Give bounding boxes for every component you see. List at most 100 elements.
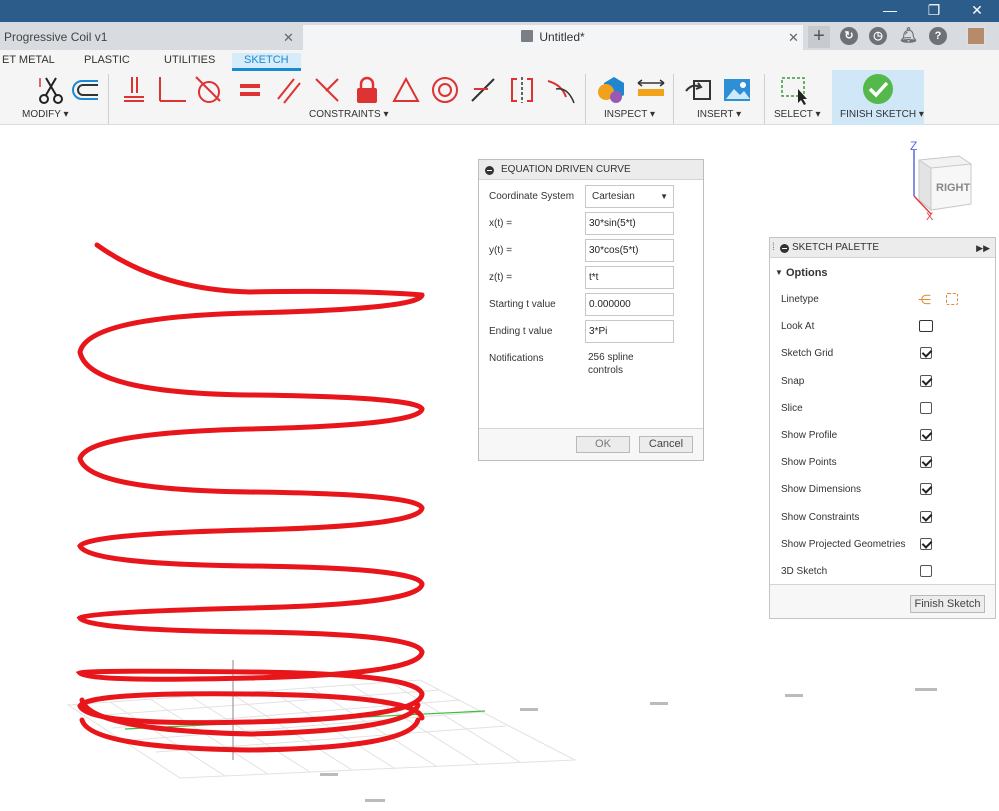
notifications-icon[interactable]: 🔔︎ — [899, 27, 918, 45]
palette-row-3d-sketch: 3D Sketch — [770, 562, 995, 582]
collapse-icon[interactable] — [780, 244, 789, 253]
end-t-input[interactable] — [585, 320, 674, 343]
checkbox[interactable] — [920, 374, 932, 387]
inspect-menu[interactable]: INSPECT ▾ — [604, 109, 655, 120]
tab-progressive-coil[interactable]: Progressive Coil v1 ✕ — [0, 25, 300, 50]
palette-header[interactable]: ⁞ SKETCH PALETTE ▶▶ — [770, 238, 995, 258]
help-icon[interactable]: ? — [929, 27, 947, 45]
options-label: Options — [786, 267, 828, 279]
dialog-header[interactable]: EQUATION DRIVEN CURVE — [479, 160, 703, 180]
perpendicular-icon[interactable] — [312, 75, 342, 105]
palette-row-label: Show Dimensions — [781, 484, 862, 496]
tab-sketch[interactable]: SKETCH — [232, 53, 301, 71]
checkbox[interactable] — [920, 456, 932, 469]
palette-row-label: Show Constraints — [781, 511, 860, 523]
select-window-icon[interactable] — [780, 75, 810, 105]
collinear-icon[interactable] — [468, 75, 498, 105]
finish-sketch-button[interactable]: Finish Sketch — [910, 595, 985, 613]
coordinate-system-value: Cartesian — [592, 191, 635, 202]
triangle-down-icon: ▼ — [775, 268, 783, 277]
drag-handle-icon[interactable]: ⁞ — [772, 238, 775, 258]
horizontal-vertical-icon[interactable] — [118, 75, 148, 105]
tab-utilities[interactable]: UTILITIES — [164, 53, 215, 71]
palette-row-label: Sketch Grid — [781, 348, 834, 360]
y-equation-input[interactable] — [585, 239, 674, 262]
inspect-shapes-icon[interactable] — [596, 75, 626, 105]
coordinate-system-select[interactable]: Cartesian ▼ — [585, 185, 674, 208]
centerline-linetype-icon[interactable] — [946, 293, 958, 305]
dialog-title: EQUATION DRIVEN CURVE — [501, 164, 631, 175]
checkbox[interactable] — [920, 347, 932, 360]
tab-untitled[interactable]: Untitled* ✕ — [303, 25, 803, 50]
tab-label: Untitled* — [539, 30, 585, 44]
palette-row-slice: Slice — [770, 399, 995, 419]
z-equation-label: z(t) = — [489, 272, 513, 283]
checkbox[interactable] — [920, 429, 932, 441]
new-tab-icon[interactable]: + — [808, 26, 830, 48]
user-avatar[interactable] — [966, 26, 986, 46]
cancel-button[interactable]: Cancel — [639, 436, 693, 453]
coincident-icon[interactable] — [156, 75, 186, 105]
separator — [673, 74, 674, 124]
x-equation-row: x(t) = — [479, 212, 703, 236]
palette-row-show-profile: Show Profile — [770, 426, 995, 446]
checkbox[interactable] — [920, 510, 932, 523]
expand-arrows-icon[interactable]: ▶▶ — [976, 238, 990, 258]
job-status-icon[interactable]: ◷ — [869, 27, 887, 45]
minimize-button[interactable]: — — [869, 0, 911, 22]
measure-ruler-icon[interactable] — [636, 75, 666, 105]
palette-row-snap: Snap — [770, 372, 995, 392]
close-icon[interactable]: ✕ — [283, 25, 294, 50]
look-at-icon[interactable] — [919, 320, 933, 333]
checkbox[interactable] — [920, 483, 932, 496]
concentric-icon[interactable] — [430, 75, 460, 105]
curvature-icon[interactable] — [546, 75, 576, 105]
offset-icon[interactable] — [70, 75, 100, 105]
options-section-header[interactable]: ▼ Options — [770, 264, 995, 282]
insert-menu[interactable]: INSERT ▾ — [697, 109, 741, 120]
dialog-footer: OK Cancel — [479, 428, 703, 460]
close-window-button[interactable]: ✕ — [956, 0, 998, 22]
modify-menu[interactable]: MODIFY ▾ — [22, 109, 69, 120]
coordinate-system-label: Coordinate System — [489, 191, 575, 202]
palette-row-show-dimensions: Show Dimensions — [770, 480, 995, 500]
x-equation-label: x(t) = — [489, 218, 513, 229]
symmetry-icon[interactable] — [507, 75, 537, 105]
helix-segment — [75, 649, 425, 697]
construction-linetype-icon[interactable]: ⋲ — [918, 292, 931, 308]
trim-scissors-icon[interactable] — [34, 75, 64, 105]
extensions-icon[interactable]: ↻ — [840, 27, 858, 45]
fix-lock-icon[interactable] — [352, 75, 382, 105]
close-icon[interactable]: ✕ — [788, 25, 799, 50]
x-equation-input[interactable] — [585, 212, 674, 235]
collapse-icon[interactable] — [485, 166, 494, 175]
tab-plastic[interactable]: PLASTIC — [84, 53, 130, 71]
ok-button[interactable]: OK — [576, 436, 630, 453]
helix-curve — [75, 242, 425, 753]
midpoint-triangle-icon[interactable] — [391, 75, 421, 105]
start-t-input[interactable] — [585, 293, 674, 316]
parallel-icon[interactable] — [274, 75, 304, 105]
finish-sketch-menu[interactable]: FINISH SKETCH ▾ — [840, 109, 924, 120]
insert-image-icon[interactable] — [722, 75, 752, 105]
z-equation-input[interactable] — [585, 266, 674, 289]
helix-segment — [77, 406, 425, 511]
checkbox[interactable] — [920, 537, 932, 550]
z-equation-row: z(t) = — [479, 266, 703, 290]
checkbox[interactable] — [920, 401, 932, 414]
tab-sheet-metal[interactable]: ET METAL — [2, 53, 55, 71]
finish-sketch-check-icon[interactable] — [862, 73, 894, 105]
separator — [764, 74, 765, 124]
equal-icon[interactable] — [236, 75, 266, 105]
restore-button[interactable]: ❐ — [913, 0, 955, 22]
palette-row-label: Linetype — [781, 294, 819, 305]
equation-driven-curve-dialog: EQUATION DRIVEN CURVE Coordinate System … — [478, 159, 704, 461]
checkbox[interactable] — [920, 565, 932, 577]
viewcube[interactable]: Z X RIGHT — [905, 138, 975, 222]
constraints-menu[interactable]: CONSTRAINTS ▾ — [309, 109, 388, 120]
select-menu[interactable]: SELECT ▾ — [774, 109, 821, 120]
insert-derive-icon[interactable] — [684, 75, 714, 105]
palette-row-label: Show Points — [781, 457, 837, 469]
fusion-window: — ❐ ✕ Progressive Coil v1 ✕ Untitled* ✕ … — [0, 0, 999, 811]
tangent-icon[interactable] — [194, 75, 224, 105]
